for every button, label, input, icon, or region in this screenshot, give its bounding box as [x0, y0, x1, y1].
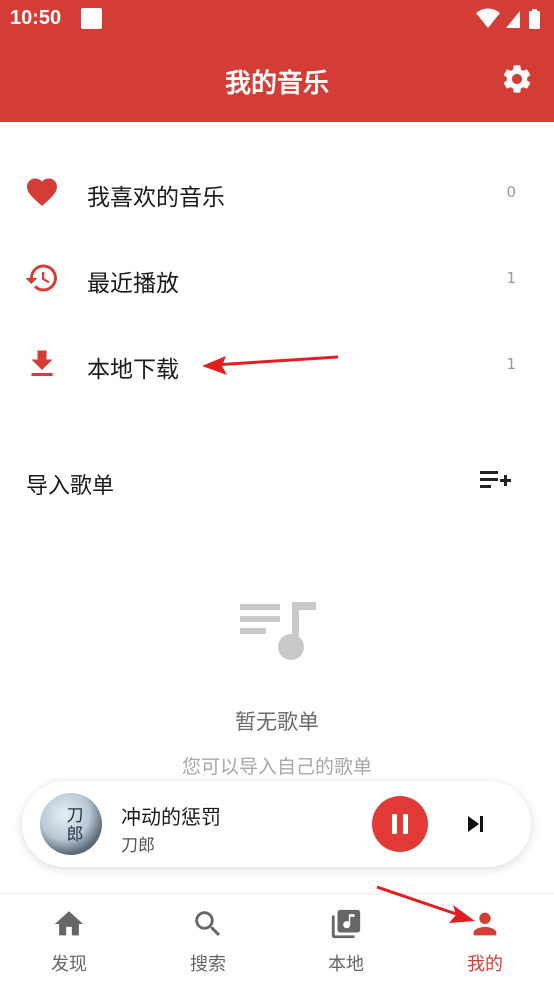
- search-icon: [195, 911, 221, 937]
- menu-item-label: 本地下载: [87, 357, 179, 383]
- song-artist: 刀郎: [121, 836, 155, 856]
- menu-item-label: 我喜欢的音乐: [87, 185, 225, 211]
- status-time: 10:50: [10, 7, 62, 29]
- song-title: 冲动的惩罚: [121, 805, 221, 829]
- cover-lettering: 刀郎: [66, 806, 84, 845]
- skip-next-icon[interactable]: [465, 813, 487, 835]
- status-bar: 10:50: [0, 0, 554, 38]
- menu-item-count: 1: [506, 269, 516, 287]
- app-bar: 我的音乐: [0, 38, 554, 122]
- signal-icons: [476, 8, 540, 29]
- mini-player[interactable]: 刀郎 冲动的惩罚 刀郎: [22, 781, 531, 867]
- empty-playlist-icon: [240, 602, 316, 660]
- library-music-icon: [331, 909, 361, 939]
- history-icon: [25, 264, 57, 292]
- nav-label: 我的: [467, 954, 503, 975]
- pause-button[interactable]: [372, 796, 428, 852]
- nav-tab-discover[interactable]: 发现: [0, 894, 138, 985]
- settings-gear-icon[interactable]: [500, 62, 534, 96]
- wifi-icon: [476, 8, 500, 28]
- page-title: 我的音乐: [224, 69, 329, 99]
- menu-item-recent[interactable]: 最近播放 1: [0, 234, 554, 320]
- nav-label: 搜索: [190, 954, 226, 975]
- home-icon: [54, 911, 84, 936]
- notification-icon: [81, 8, 102, 29]
- menu-item-label: 最近播放: [87, 271, 179, 297]
- download-icon: [31, 350, 53, 376]
- heart-icon: [27, 178, 57, 207]
- bottom-navigation: 发现 搜索 本地 我的: [0, 893, 554, 984]
- playlist-add-icon[interactable]: [478, 466, 512, 496]
- menu-item-count: 0: [506, 183, 516, 201]
- battery-icon: [529, 9, 540, 29]
- menu-item-count: 1: [506, 355, 516, 373]
- pause-icon: [392, 814, 408, 834]
- menu-item-local-downloads[interactable]: 本地下载 1: [0, 320, 554, 406]
- nav-label: 发现: [51, 954, 87, 975]
- person-icon: [473, 912, 497, 936]
- empty-state-title: 暂无歌单: [235, 710, 319, 734]
- section-title: 导入歌单: [26, 474, 115, 499]
- album-cover[interactable]: 刀郎: [40, 793, 102, 855]
- empty-state-subtitle: 您可以导入自己的歌单: [181, 756, 372, 778]
- nav-label: 本地: [328, 954, 364, 975]
- nav-tab-search[interactable]: 搜索: [139, 894, 277, 985]
- menu-item-favorites[interactable]: 我喜欢的音乐 0: [0, 148, 554, 234]
- cellular-signal-icon: [506, 11, 520, 28]
- nav-tab-mine[interactable]: 我的: [416, 894, 554, 985]
- playlists-section-header: 导入歌单: [0, 452, 554, 512]
- nav-tab-local[interactable]: 本地: [277, 894, 415, 985]
